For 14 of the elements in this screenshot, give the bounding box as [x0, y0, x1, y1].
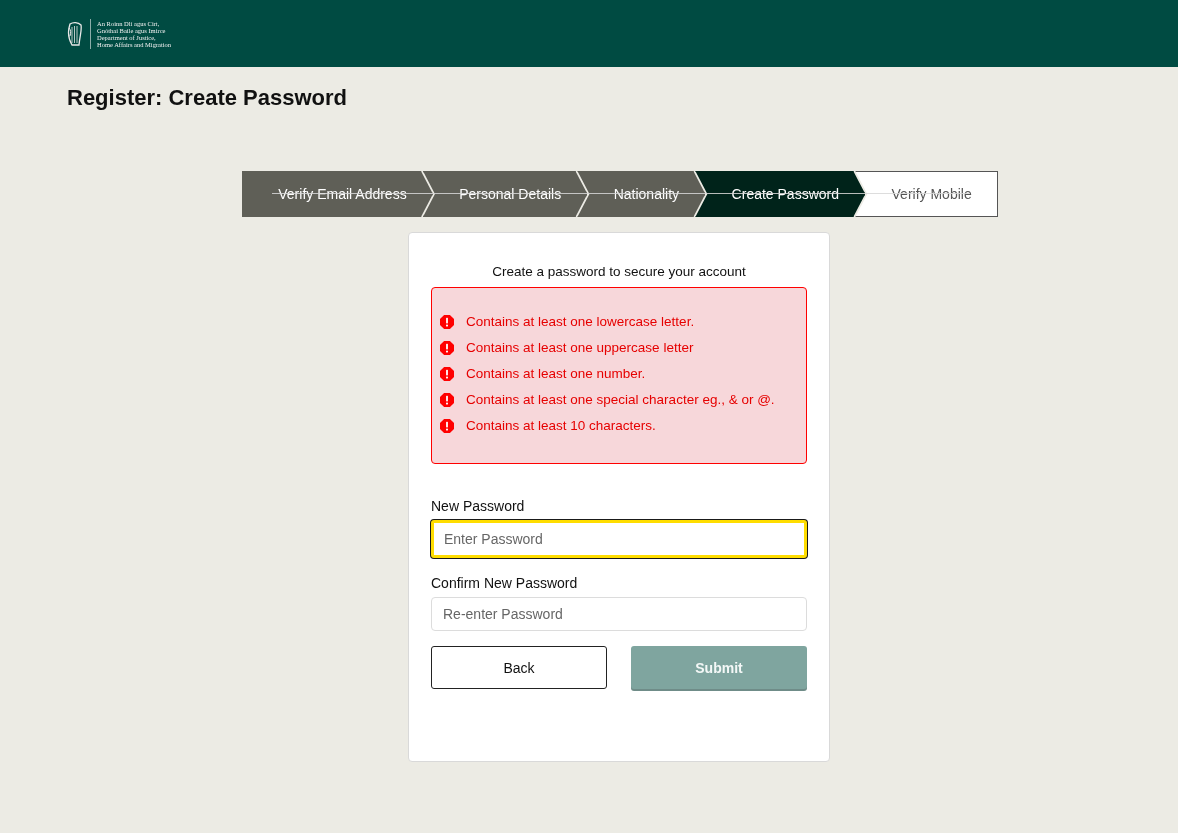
password-field[interactable]: Re-enter Password [431, 597, 807, 631]
requirement-text: Contains at least one special character eg., & or @. [466, 391, 775, 409]
requirement-text: Contains at least 10 characters. [466, 417, 656, 435]
harp-icon [67, 20, 83, 47]
field-label: New Password [431, 497, 526, 515]
form-intro: Create a password to secure your account [491, 263, 747, 281]
password-field[interactable]: Enter Password [431, 520, 807, 558]
progress-step: Verify Mobile [855, 171, 998, 217]
requirement-text: Contains at least one number. [466, 365, 646, 383]
requirement-text: Contains at least one uppercase letter [466, 339, 694, 357]
page-title: Register: Create Password [67, 85, 347, 111]
field-label: Confirm New Password [431, 574, 579, 592]
requirement-text: Contains at least one lowercase letter. [466, 313, 695, 331]
back-button[interactable]: Back [431, 646, 607, 689]
